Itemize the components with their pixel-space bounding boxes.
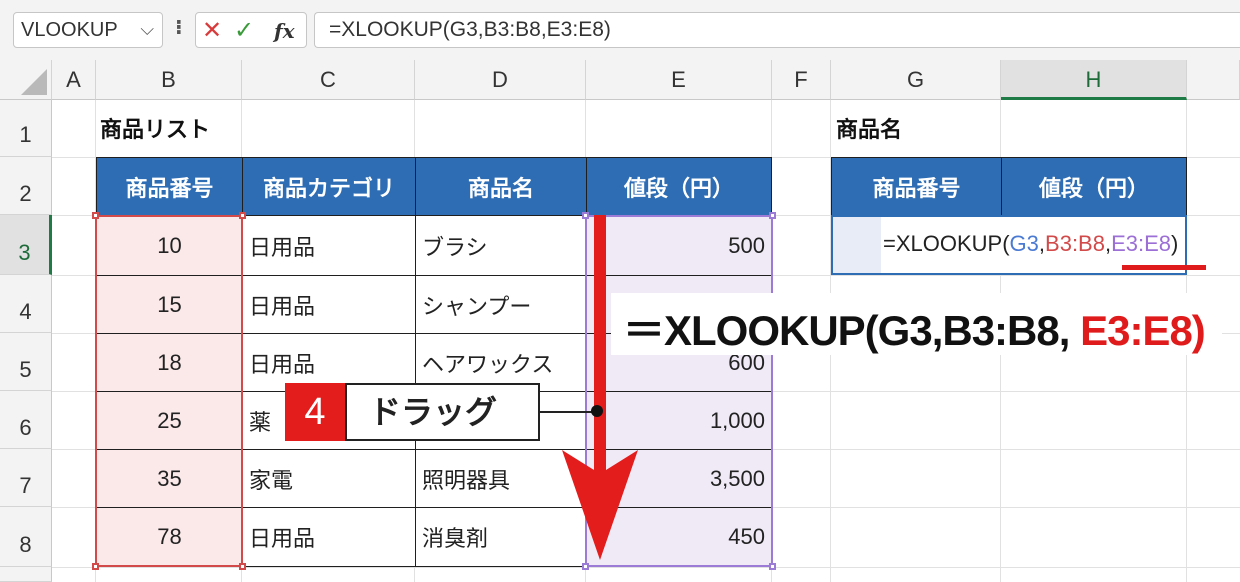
column-header-b[interactable]: B: [96, 60, 242, 100]
enter-icon[interactable]: ✓: [234, 16, 254, 44]
column-header-g[interactable]: G: [831, 60, 1001, 100]
name-box[interactable]: VLOOKUP ⌵: [13, 12, 163, 48]
leader-dot: [591, 405, 603, 417]
formula-arg-underline: [1122, 265, 1206, 270]
row-header-8[interactable]: 8: [0, 507, 52, 567]
lookup-header-price[interactable]: 値段（円）: [1001, 157, 1187, 216]
header-category[interactable]: 商品カテゴリ: [242, 157, 416, 216]
row-header-6[interactable]: 6: [0, 391, 52, 449]
range-handle[interactable]: [239, 563, 246, 570]
cell-g3-highlight[interactable]: [833, 217, 881, 273]
cell-c8[interactable]: 日用品: [242, 507, 416, 567]
callout-highlight: E3:E8): [1080, 307, 1206, 354]
column-header-e[interactable]: E: [586, 60, 772, 100]
formula-buttons: ✕ ✓ fx: [195, 12, 307, 48]
range-handle[interactable]: [769, 563, 776, 570]
row-header-4[interactable]: 4: [0, 275, 52, 333]
name-box-value: VLOOKUP: [21, 19, 118, 41]
column-header-c[interactable]: C: [242, 60, 415, 100]
row-header-5[interactable]: 5: [0, 333, 52, 391]
leader-line: [540, 411, 596, 413]
range-handle[interactable]: [582, 563, 589, 570]
formula-arg-e3-e8: E3:E8: [1111, 231, 1172, 256]
range-highlight-b3-b8: [92, 212, 246, 570]
formula-bar: VLOOKUP ⌵ ⁝ ✕ ✓ fx =XLOOKUP(G3,B3:B8,E3:…: [0, 0, 1240, 60]
range-handle[interactable]: [239, 212, 246, 219]
row-header-2[interactable]: 2: [0, 157, 52, 215]
callout-main: ＝XLOOKUP(G3,B3:B8,: [623, 307, 1081, 354]
header-price[interactable]: 値段（円）: [586, 157, 772, 216]
insert-function-icon[interactable]: fx: [274, 19, 295, 43]
cell-c3[interactable]: 日用品: [242, 215, 416, 276]
cell-c7[interactable]: 家電: [242, 449, 416, 508]
cancel-icon[interactable]: ✕: [202, 16, 222, 44]
callout-formula: ＝XLOOKUP(G3,B3:B8, E3:E8): [623, 297, 1206, 358]
range-handle[interactable]: [92, 212, 99, 219]
chevron-down-icon[interactable]: ⌵: [140, 19, 154, 40]
header-product-id[interactable]: 商品番号: [96, 157, 243, 216]
select-all-icon: [21, 69, 47, 95]
formula-callout: ＝XLOOKUP(G3,B3:B8, E3:E8): [611, 293, 1222, 355]
in-cell-formula: =XLOOKUP(G3,B3:B8,E3:E8): [883, 231, 1178, 257]
row-header-7[interactable]: 7: [0, 449, 52, 507]
row-header-1[interactable]: 1: [0, 100, 52, 157]
formula-prefix: =XLOOKUP(: [883, 231, 1010, 256]
column-header-h[interactable]: H: [1001, 60, 1187, 100]
grid-line: [52, 567, 1240, 568]
step-number-badge: 4: [285, 383, 345, 441]
column-header-i[interactable]: [1187, 60, 1240, 100]
drag-arrow-icon: [562, 215, 638, 560]
cell-c4[interactable]: 日用品: [242, 275, 416, 334]
formula-suffix: ): [1171, 231, 1179, 256]
formula-arg-b3-b8: B3:B8: [1045, 231, 1105, 256]
column-header-f[interactable]: F: [772, 60, 831, 100]
step-label: ドラッグ: [345, 383, 540, 441]
range-handle[interactable]: [92, 563, 99, 570]
formula-arg-g3: G3: [1009, 231, 1039, 256]
more-options-icon[interactable]: ⁝: [175, 15, 183, 39]
formula-text: =XLOOKUP(G3,B3:B8,E3:E8): [329, 18, 611, 41]
lookup-title[interactable]: 商品名: [836, 108, 902, 148]
formula-input[interactable]: =XLOOKUP(G3,B3:B8,E3:E8): [314, 12, 1240, 48]
row-header-9[interactable]: [0, 567, 52, 582]
list-title[interactable]: 商品リスト: [100, 108, 210, 148]
select-all-button[interactable]: [0, 60, 52, 100]
range-handle[interactable]: [769, 212, 776, 219]
header-product-name[interactable]: 商品名: [415, 157, 587, 216]
column-header-d[interactable]: D: [415, 60, 586, 100]
lookup-header-product-id[interactable]: 商品番号: [831, 157, 1002, 216]
row-header-3[interactable]: 3: [0, 215, 52, 275]
column-header-a[interactable]: A: [52, 60, 96, 100]
